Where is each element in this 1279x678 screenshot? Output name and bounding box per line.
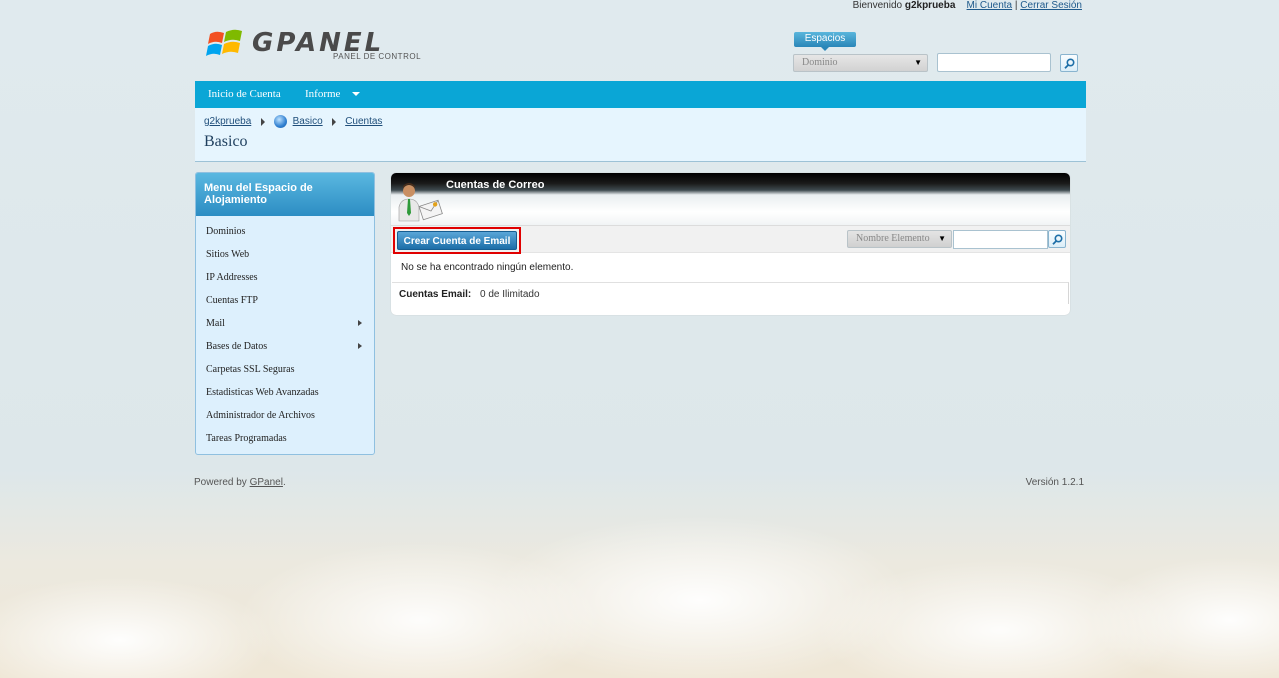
breadcrumb-cuentas[interactable]: Cuentas: [345, 116, 382, 127]
panel-title: Cuentas de Correo: [446, 179, 545, 191]
sidebar-item-cuentas-ftp[interactable]: Cuentas FTP: [196, 289, 374, 312]
domain-select-value: Dominio: [802, 57, 838, 68]
sidebar-item-label: Sitios Web: [206, 249, 250, 260]
sidebar-item-ip-addresses[interactable]: IP Addresses: [196, 266, 374, 289]
email-accounts-summary: Cuentas Email: 0 de Ilimitado: [392, 282, 1069, 304]
user-mail-icon: [398, 183, 443, 222]
sidebar-item-label: Administrador de Archivos: [206, 410, 315, 421]
globe-icon: [273, 115, 287, 128]
user-bar: Bienvenido g2kprueba Mi Cuenta | Cerrar …: [853, 0, 1082, 11]
summary-value: 0 de Ilimitado: [480, 289, 540, 300]
nav-item-label: Inicio de Cuenta: [208, 88, 281, 100]
filter-field-select[interactable]: Nombre Elemento ▼: [847, 230, 952, 248]
footer-version: Versión 1.2.1: [1025, 477, 1084, 488]
nav-item-inicio-de-cuenta[interactable]: Inicio de Cuenta: [208, 81, 281, 108]
sidebar-item-label: IP Addresses: [206, 272, 258, 283]
magnifier-icon: [1052, 234, 1063, 245]
sidebar-item-mail[interactable]: Mail: [196, 312, 374, 335]
sidebar-item-tareas-programadas[interactable]: Tareas Programadas: [196, 427, 374, 450]
sidebar-item-label: Cuentas FTP: [206, 295, 258, 306]
page-title: Basico: [204, 133, 248, 150]
sidebar: Menu del Espacio de Alojamiento Dominios…: [195, 172, 375, 455]
footer-powered-by: Powered by GPanel.: [194, 477, 286, 488]
sidebar-item-sitios-web[interactable]: Sitios Web: [196, 243, 374, 266]
breadcrumb-user[interactable]: g2kprueba: [204, 116, 251, 127]
chevron-right-icon: [332, 117, 337, 126]
chevron-right-icon: [261, 117, 266, 126]
dropdown-arrow-icon: ▼: [938, 234, 946, 243]
nav-item-informe[interactable]: Informe: [305, 81, 361, 108]
powered-by-text: Powered by: [194, 477, 247, 488]
panel-toolbar: Crear Cuenta de Email Nombre Elemento ▼: [391, 225, 1070, 254]
summary-label: Cuentas Email:: [399, 289, 472, 300]
nav-item-label: Informe: [305, 88, 341, 100]
breadcrumb-area: g2kprueba Basico Cuentas Basico: [195, 108, 1086, 162]
username: g2kprueba: [904, 0, 956, 11]
breadcrumb: g2kprueba Basico Cuentas: [204, 115, 382, 128]
breadcrumb-basico[interactable]: Basico: [293, 116, 323, 127]
powered-by-dot: .: [282, 477, 286, 488]
sidebar-item-label: Mail: [206, 318, 225, 329]
filter-search-button[interactable]: [1048, 230, 1066, 248]
sidebar-title: Menu del Espacio de Alojamiento: [196, 173, 374, 216]
empty-message: No se ha encontrado ningún elemento.: [401, 262, 574, 273]
welcome-text: Bienvenido: [852, 0, 903, 11]
filter-field-select-value: Nombre Elemento: [856, 233, 930, 244]
space-search-input[interactable]: [937, 53, 1051, 72]
logout-link[interactable]: Cerrar Sesión: [1020, 0, 1082, 11]
submenu-arrow-icon: [358, 343, 362, 349]
sidebar-item-label: Bases de Datos: [206, 341, 268, 352]
email-accounts-panel: Cuentas de Correo Crear Cuenta de Email …: [391, 173, 1070, 315]
sidebar-item-dominios[interactable]: Dominios: [196, 220, 374, 243]
filter-search-input[interactable]: [953, 230, 1048, 249]
spaces-tab[interactable]: Espacios: [794, 32, 856, 51]
gpanel-logo[interactable]: GPANEL PANEL DE CONTROL: [206, 24, 421, 64]
main-nav: Inicio de Cuenta Informe: [195, 81, 1086, 108]
my-account-link[interactable]: Mi Cuenta: [967, 0, 1013, 11]
userbar-separator: |: [1014, 0, 1018, 11]
sidebar-item-administrador-archivos[interactable]: Administrador de Archivos: [196, 404, 374, 427]
sidebar-item-label: Dominios: [206, 226, 246, 237]
magnifier-icon: [1064, 58, 1075, 69]
sidebar-item-label: Estadisticas Web Avanzadas: [206, 387, 319, 398]
logo-tagline: PANEL DE CONTROL: [333, 52, 422, 61]
space-search-button[interactable]: [1060, 54, 1078, 72]
sidebar-item-label: Tareas Programadas: [206, 433, 287, 444]
sidebar-item-carpetas-ssl[interactable]: Carpetas SSL Seguras: [196, 358, 374, 381]
sidebar-item-estadisticas-web[interactable]: Estadisticas Web Avanzadas: [196, 381, 374, 404]
gpanel-link[interactable]: GPanel: [250, 477, 283, 488]
create-email-account-button[interactable]: Crear Cuenta de Email: [397, 231, 517, 250]
domain-select[interactable]: Dominio ▼: [793, 54, 928, 72]
create-button-highlight: Crear Cuenta de Email: [393, 227, 521, 254]
dropdown-arrow-icon: ▼: [914, 58, 922, 67]
clouds-background: [0, 470, 1279, 678]
caret-down-icon: [352, 92, 361, 97]
sidebar-item-label: Carpetas SSL Seguras: [206, 364, 295, 375]
windows-flag-icon: [206, 29, 242, 56]
sidebar-menu: Dominios Sitios Web IP Addresses Cuentas…: [196, 216, 374, 450]
submenu-arrow-icon: [358, 320, 362, 326]
sidebar-item-bases-de-datos[interactable]: Bases de Datos: [196, 335, 374, 358]
